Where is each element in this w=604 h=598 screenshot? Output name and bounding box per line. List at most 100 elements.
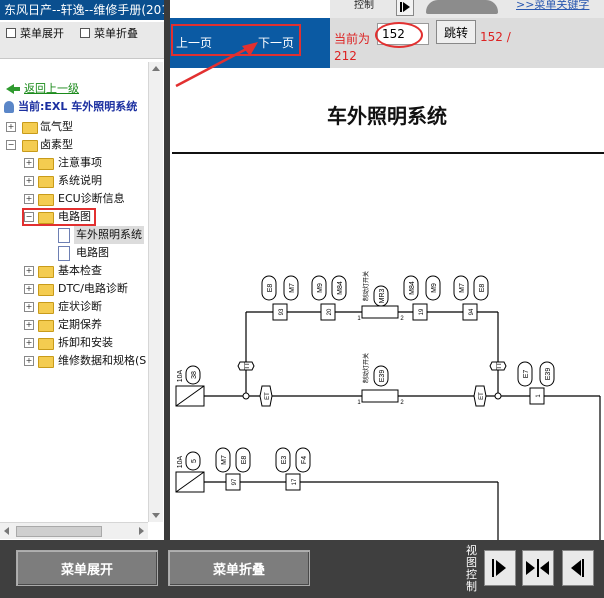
tree-item-symptom[interactable]: + 症状诊断 (0, 298, 148, 316)
document-title: 车外照明系统 (327, 104, 447, 128)
label-et-right: ET (479, 392, 485, 400)
label-et-left: ET (265, 392, 271, 400)
arrow-right-icon (526, 561, 535, 575)
document-icon (58, 228, 70, 243)
tree-item-removal[interactable]: + 拆卸和安装 (0, 334, 148, 352)
expand-plus-icon: + (24, 176, 34, 186)
total-pages-b: 212 (334, 49, 357, 63)
label-e3: E3 (281, 456, 288, 465)
folder-icon (38, 320, 54, 332)
label-e39-switch: E39 (379, 370, 386, 383)
tree-item-halogen[interactable]: − 卤素型 (0, 136, 148, 154)
label-m7-c: M7 (221, 455, 228, 465)
bar (537, 559, 539, 577)
app-title: 东风日产--轩逸--维修手册(201 (0, 0, 164, 20)
label-38: 38 (191, 371, 198, 379)
play-control-button[interactable] (396, 0, 414, 16)
tree-item-ecu-diagnosis[interactable]: + ECU诊断信息 (0, 190, 148, 208)
label-97: 97 (232, 478, 238, 485)
folder-icon (38, 194, 54, 206)
tree-item-specs[interactable]: + 维修数据和规格(S (0, 352, 148, 370)
tree-collapse-button[interactable]: 菜单折叠 (80, 25, 138, 41)
label-e39: E39 (545, 368, 552, 381)
tree-item-system-description[interactable]: + 系统说明 (0, 172, 148, 190)
expand-plus-icon: + (24, 158, 34, 168)
label-m7: M7 (289, 283, 296, 293)
tree-item-circuit-diagram[interactable]: 电路图 (0, 244, 148, 262)
play-arrow-icon (403, 2, 410, 12)
page-number-input[interactable] (377, 23, 429, 45)
view-collapse-button[interactable] (562, 550, 594, 586)
scroll-right-icon[interactable] (139, 527, 144, 535)
expand-icon (6, 28, 16, 38)
current-location: 当前:EXL 车外照明系统 (4, 98, 137, 116)
top-strip: 控制 >>菜单关键字 (330, 0, 604, 18)
menu-tree: 返回上一级 当前:EXL 车外照明系统 + 氙气型 − 卤素型 + 注意事项 +… (0, 60, 148, 520)
label-93: 93 (279, 308, 285, 315)
label-e8: E8 (267, 284, 274, 293)
folder-open-icon (22, 140, 38, 152)
label-m9-b: M9 (431, 283, 438, 293)
back-arrow-tail (12, 87, 20, 91)
label-e8-c: E8 (241, 456, 248, 465)
label-tt-left: TT (245, 362, 251, 370)
label-f4: F4 (301, 456, 308, 464)
expand-plus-icon: + (24, 194, 34, 204)
pin-1: 1 (357, 316, 361, 322)
label-10a-b: 10A (177, 455, 184, 468)
jump-button[interactable]: 跳转 (436, 20, 476, 44)
expand-plus-icon: + (24, 302, 34, 312)
folder-icon (38, 356, 54, 368)
tree-expand-button[interactable]: 菜单展开 (6, 25, 64, 41)
highlight-box (22, 208, 96, 226)
label-mr3: MR3 (379, 289, 386, 304)
scroll-up-icon[interactable] (152, 66, 160, 71)
label-m84-b: M84 (409, 281, 416, 295)
bar (582, 559, 584, 577)
label-10a: 10A (177, 369, 184, 382)
label-20: 20 (327, 308, 333, 315)
label-tt-right: TT (497, 362, 503, 370)
tree-vertical-scrollbar[interactable] (148, 62, 163, 522)
expand-plus-icon: + (24, 356, 34, 366)
tree-item-exterior-lighting[interactable]: 车外照明系统 (0, 226, 148, 244)
folder-icon (38, 266, 54, 278)
label-17: 17 (292, 478, 298, 485)
label-m84: M84 (337, 281, 344, 295)
folder-icon (38, 158, 54, 170)
location-icon (4, 101, 14, 113)
tree-horizontal-scrollbar[interactable] (0, 522, 148, 539)
document-icon (58, 246, 70, 261)
tree-item-xenon[interactable]: + 氙气型 (0, 118, 148, 136)
tree-item-dtc[interactable]: + DTC/电路诊断 (0, 280, 148, 298)
tree-item-basic-inspection[interactable]: + 基本检查 (0, 262, 148, 280)
expand-plus-icon: + (24, 338, 34, 348)
bottom-expand-button[interactable]: 菜单展开 (16, 550, 158, 586)
car-logo-icon (426, 0, 498, 14)
folder-icon (38, 338, 54, 350)
bar (492, 559, 494, 577)
view-expand-button[interactable] (484, 550, 516, 586)
collapse-minus-icon: − (6, 140, 16, 150)
pin-1-b: 1 (357, 400, 361, 406)
expand-plus-icon: + (6, 122, 16, 132)
label-brake-switch-b: 制动灯开关 (362, 353, 370, 383)
wiring-diagram: E8 M7 M9 M84 M84 M9 M7 E8 MR3 E39 E7 E39… (175, 271, 601, 540)
view-control-label: 视图控制 (466, 544, 477, 593)
label-m9: M9 (317, 283, 324, 293)
expand-plus-icon: + (24, 266, 34, 276)
scroll-left-icon[interactable] (4, 527, 9, 535)
folder-icon (22, 122, 38, 134)
tree-item-precautions[interactable]: + 注意事项 (0, 154, 148, 172)
folder-icon (38, 284, 54, 296)
menu-keyword-link[interactable]: >>菜单关键字 (516, 0, 589, 12)
bottom-collapse-button[interactable]: 菜单折叠 (168, 550, 310, 586)
scroll-down-icon[interactable] (152, 513, 160, 518)
current-page-label: 当前为 (334, 32, 371, 46)
tree-item-maintenance[interactable]: + 定期保养 (0, 316, 148, 334)
label-e8-b: E8 (479, 284, 486, 293)
scroll-thumb[interactable] (16, 526, 102, 537)
view-split-button[interactable] (522, 550, 554, 586)
label-94: 94 (469, 308, 475, 315)
back-link[interactable]: 返回上一级 (6, 80, 79, 98)
